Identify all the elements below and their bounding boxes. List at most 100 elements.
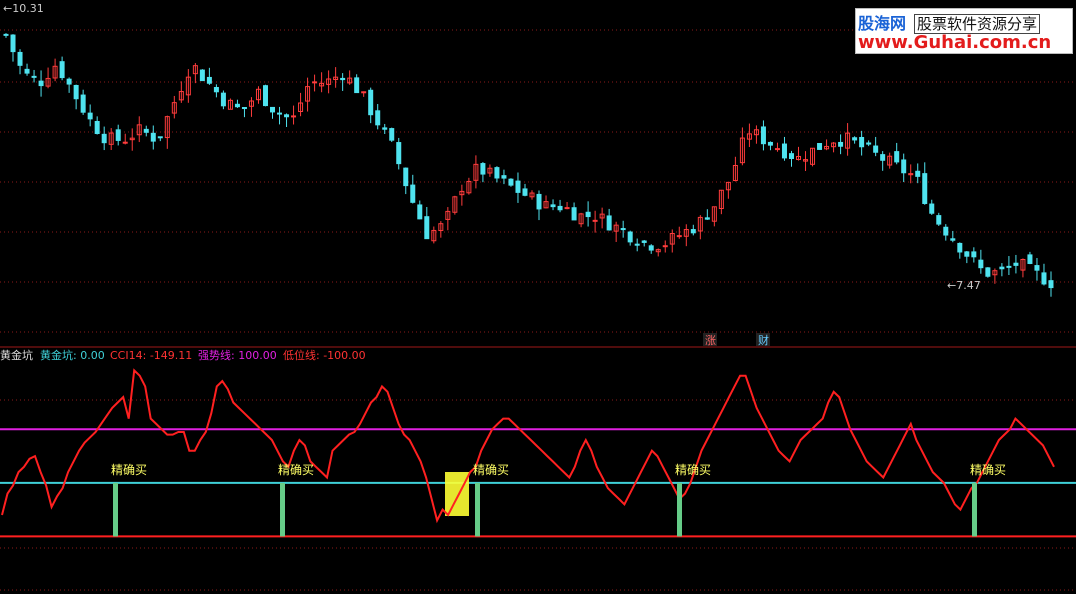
candle-body [880, 154, 886, 161]
candle-body [80, 94, 86, 113]
candle-body [1006, 265, 1012, 268]
candle-body [501, 175, 507, 179]
candle-body [150, 132, 156, 142]
candle-body [389, 128, 395, 141]
candle-body [964, 251, 970, 257]
candle-body [157, 136, 163, 139]
candle-body [73, 84, 79, 100]
candle-body [17, 51, 23, 66]
candle-body [704, 217, 710, 220]
candle-body [508, 178, 514, 186]
candle-body [284, 114, 290, 118]
candle-body [382, 127, 388, 130]
legend-cci14: CCI14: -149.11 [110, 349, 192, 362]
candle-body [59, 61, 65, 79]
candle-body [277, 112, 283, 115]
candle-body [901, 159, 907, 174]
candle-body [1034, 265, 1040, 271]
buy-signal-bar [113, 482, 118, 537]
candle-body [873, 145, 879, 153]
candle-body [122, 141, 128, 144]
indicator-legend: 黄金坑 黄金坑: 0.00 CCI14: -149.11 强势线: 100.00… [0, 348, 366, 362]
candle-body [213, 87, 219, 93]
legend-huangjinkeng: 黄金坑: 0.00 [40, 348, 105, 362]
candle-body [24, 68, 30, 74]
candle-body [760, 126, 766, 145]
candle-body [817, 143, 823, 150]
candle-body [592, 219, 598, 222]
candle-body [634, 243, 640, 246]
candle-body [375, 110, 381, 126]
candle-body [557, 205, 563, 211]
watermark-brand: 股海网 [858, 14, 907, 33]
candle-body [859, 136, 865, 148]
candle-body [494, 167, 500, 179]
candle-body [522, 188, 528, 196]
buy-signal-label: 精确买 [473, 463, 509, 477]
candle-body [66, 78, 72, 85]
candle-body [915, 170, 921, 177]
candle-body [312, 81, 318, 84]
golden-pit-highlight [445, 472, 469, 516]
candle-body [788, 153, 794, 159]
watermark-logo: 股海网 股票软件资源分享 www.Guhai.com.cn [855, 8, 1073, 54]
legend-strong-line: 强势线: 100.00 [198, 348, 277, 362]
candle-body [1041, 272, 1047, 285]
candle-body [403, 167, 409, 187]
candle-body [690, 229, 696, 234]
buy-signal-label: 精确买 [278, 463, 314, 477]
buy-signal-label: 精确买 [970, 463, 1006, 477]
candle-body [354, 77, 360, 94]
candle-body [852, 137, 858, 141]
candle-body [648, 245, 654, 251]
candle-body [767, 141, 773, 146]
buy-signal-bar [280, 482, 285, 537]
candle-body [985, 267, 991, 277]
candle-body [262, 85, 268, 107]
candle-body [1013, 262, 1019, 266]
candle-body [220, 92, 226, 107]
indicator-title: 黄金坑 [0, 348, 33, 362]
event-marker-cai[interactable]: 财 [758, 333, 769, 347]
candle-body [417, 204, 423, 220]
candle-body [781, 143, 787, 159]
candle-body [199, 69, 205, 82]
watermark-tagline: 股票软件资源分享 [914, 14, 1041, 34]
candle-body [620, 228, 626, 231]
candle-body [866, 142, 872, 145]
candle-body [270, 106, 276, 113]
candle-body [662, 245, 668, 248]
candle-body [94, 120, 100, 135]
candle-body [894, 151, 900, 163]
high-price-label: ←10.31 [3, 2, 44, 15]
candle-body [515, 180, 521, 193]
candle-body [606, 215, 612, 231]
candle-body [3, 33, 9, 36]
candle-body [234, 103, 240, 108]
low-price-label: ←7.47 [947, 279, 981, 292]
candle-body [585, 211, 591, 218]
candle-body [410, 184, 416, 203]
candle-body [38, 80, 44, 87]
candle-body [10, 34, 16, 53]
candle-body [101, 133, 107, 144]
event-marker-zhang[interactable]: 涨 [705, 334, 716, 347]
candle-body [571, 207, 577, 221]
candle-body [115, 129, 121, 141]
candle-body [957, 242, 963, 253]
candle-body [31, 75, 37, 78]
candle-body [424, 216, 430, 240]
candle-body [1027, 254, 1033, 264]
candle-body [943, 226, 949, 236]
candle-body [838, 141, 844, 147]
candle-body [241, 107, 247, 110]
candle-body [291, 115, 297, 118]
buy-signal-bar [475, 482, 480, 537]
candle-body [564, 207, 570, 210]
candle-body [206, 76, 212, 84]
candle-body [87, 112, 93, 120]
candle-body [978, 259, 984, 269]
candle-body [999, 266, 1005, 270]
candle-body [143, 128, 149, 133]
candle-body [936, 215, 942, 225]
